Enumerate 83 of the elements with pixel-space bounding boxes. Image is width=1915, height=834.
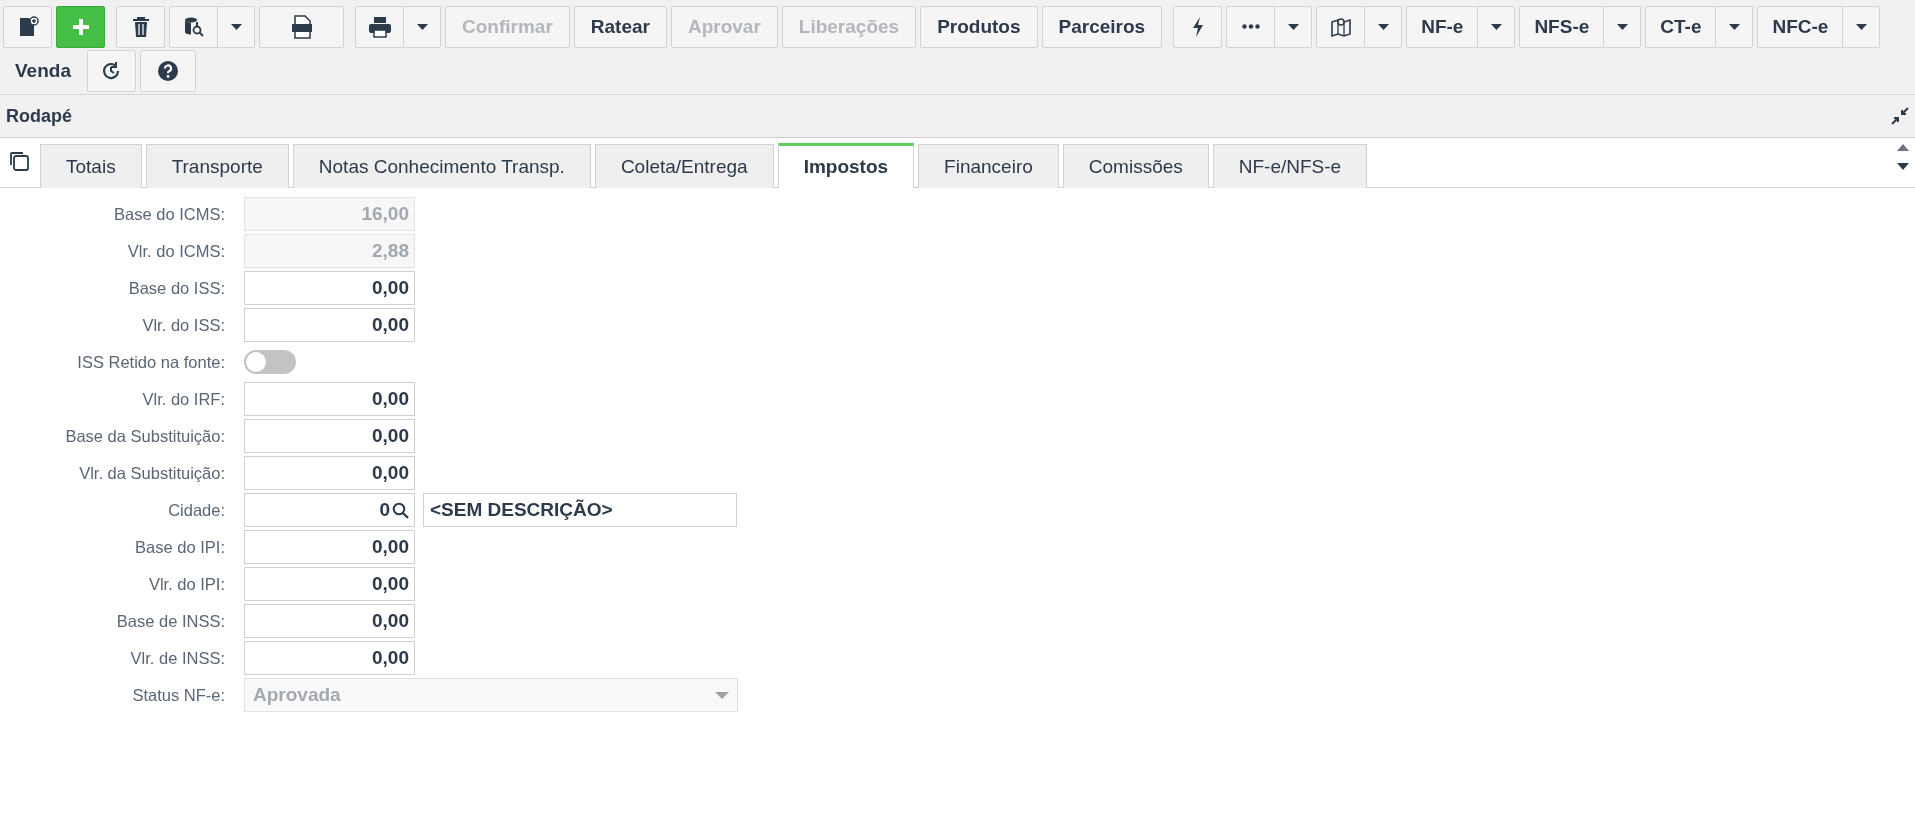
help-button[interactable] <box>140 49 196 92</box>
collapse-icon[interactable] <box>1891 107 1909 125</box>
dropdown-button[interactable] <box>1275 5 1313 48</box>
map-button[interactable] <box>1316 5 1366 48</box>
trash-icon <box>130 15 151 38</box>
description-field: <SEM DESCRIÇÃO> <box>423 493 737 527</box>
sale-button[interactable]: Venda <box>3 49 83 92</box>
delete-button[interactable] <box>116 5 165 48</box>
number-field[interactable]: 0,00 <box>244 641 415 675</box>
dropdown-button[interactable] <box>1478 5 1516 48</box>
toolbar-button[interactable]: Produtos <box>920 5 1038 48</box>
help-icon <box>157 59 179 82</box>
new-document-button[interactable] <box>3 5 52 48</box>
dropdown-button[interactable] <box>404 5 441 48</box>
tab[interactable]: Coleta/Entrega <box>594 144 774 188</box>
field-label: Base do ISS: <box>127 278 225 298</box>
copy-icon[interactable] <box>8 150 30 172</box>
number-field[interactable]: 0,00 <box>244 308 415 342</box>
caret-icon <box>1377 23 1389 30</box>
number-field[interactable]: 0,00 <box>244 567 415 601</box>
lightning-icon <box>1190 15 1205 38</box>
number-field[interactable]: 0,00 <box>244 530 415 564</box>
document-button[interactable]: NFC-e <box>1757 5 1844 48</box>
tab[interactable]: Impostos <box>777 143 915 188</box>
document-button[interactable]: NFS-e <box>1519 5 1605 48</box>
panel-title: Rodapé <box>6 105 72 127</box>
dropdown-button[interactable] <box>1716 5 1754 48</box>
field-label: Cidade: <box>167 500 225 520</box>
more-icon <box>1241 24 1260 29</box>
caret-icon <box>230 23 242 30</box>
tab[interactable]: NF-e/NFS-e <box>1212 144 1368 188</box>
number-field[interactable]: 0,00 <box>244 382 415 416</box>
history-button[interactable] <box>87 49 136 92</box>
caret-icon <box>715 691 729 699</box>
field-label: Vlr. do IRF: <box>141 389 225 409</box>
field-label: Vlr. do ICMS: <box>126 241 225 261</box>
actions-button[interactable] <box>1173 5 1223 48</box>
scroll-down-icon[interactable] <box>1897 163 1909 170</box>
scroll-up-icon[interactable] <box>1897 144 1909 151</box>
number-field[interactable]: 0,00 <box>244 271 415 305</box>
dropdown-button[interactable] <box>1604 5 1642 48</box>
number-field[interactable]: 0,00 <box>244 456 415 490</box>
tab[interactable]: Totais <box>40 144 142 188</box>
document-button[interactable]: CT-e <box>1645 5 1717 48</box>
field-label: Status NF-e: <box>131 685 225 705</box>
tab[interactable]: Transporte <box>145 144 289 188</box>
document-button[interactable]: NF-e <box>1406 5 1479 48</box>
field-label: Base da Substituição: <box>64 426 225 446</box>
database-search-button[interactable] <box>169 5 218 48</box>
database-search-icon <box>182 15 205 38</box>
number-field[interactable]: 0,00 <box>244 604 415 638</box>
more-button[interactable] <box>1226 5 1276 48</box>
toggle-switch[interactable] <box>244 350 296 374</box>
caret-icon <box>1490 23 1502 30</box>
field-label: Vlr. de INSS: <box>129 648 225 668</box>
caret-icon <box>1855 23 1867 30</box>
field-label: Base de INSS: <box>115 611 225 631</box>
caret-icon <box>416 23 428 30</box>
toolbar-button[interactable]: Parceiros <box>1041 5 1163 48</box>
number-field[interactable]: 0,00 <box>244 419 415 453</box>
toolbar-button[interactable]: Ratear <box>573 5 667 48</box>
caret-icon <box>1616 23 1628 30</box>
printer-icon <box>367 15 392 38</box>
print-button[interactable] <box>355 5 404 48</box>
dropdown-button[interactable] <box>1843 5 1881 48</box>
caret-icon <box>1729 23 1740 30</box>
map-pin-icon <box>1329 15 1352 38</box>
dropdown-button[interactable] <box>1365 5 1403 48</box>
field-label: Base do IPI: <box>134 537 225 557</box>
tab[interactable]: Comissões <box>1062 144 1209 188</box>
pdf-button[interactable] <box>259 5 344 48</box>
pdf-file-icon <box>290 14 313 39</box>
field-label: Vlr. da Substituição: <box>78 463 225 483</box>
tab[interactable]: Financeiro <box>918 144 1059 188</box>
field-label: ISS Retido na fonte: <box>76 352 225 372</box>
dropdown-button[interactable] <box>218 5 255 48</box>
field-label: Vlr. do ISS: <box>141 315 225 335</box>
caret-icon <box>1287 23 1299 30</box>
lookup-field[interactable]: 0 <box>244 493 415 527</box>
field-label: Base do ICMS: <box>113 204 225 224</box>
field-label: Vlr. do IPI: <box>147 574 225 594</box>
tab[interactable]: Notas Conhecimento Transp. <box>292 144 591 188</box>
search-icon <box>392 501 409 519</box>
